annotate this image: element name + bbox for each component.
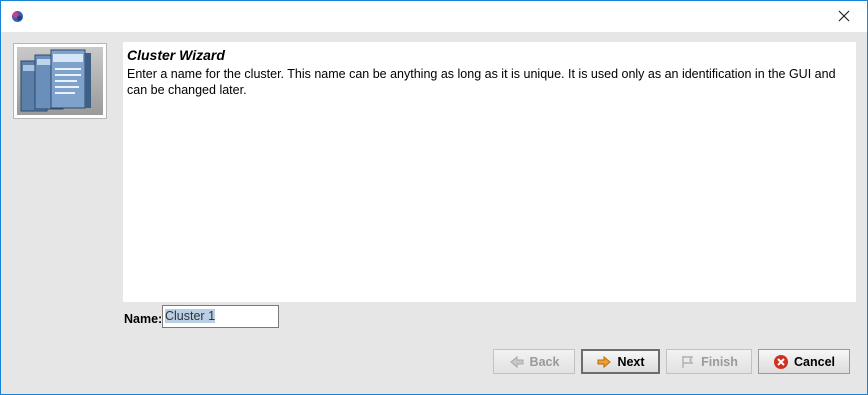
next-button[interactable]: Next xyxy=(581,349,660,374)
wizard-title: Cluster Wizard xyxy=(127,47,225,63)
finish-button-label: Finish xyxy=(701,354,738,369)
app-icon xyxy=(10,9,25,24)
wizard-side-image xyxy=(13,43,107,119)
cluster-name-value: Cluster 1 xyxy=(165,309,216,323)
wizard-content: Cluster Wizard Enter a name for the clus… xyxy=(1,32,867,394)
finish-icon xyxy=(680,354,696,370)
name-label: Name: xyxy=(124,312,163,326)
next-button-label: Next xyxy=(617,354,645,369)
cluster-name-input[interactable]: Cluster 1 xyxy=(162,305,279,328)
next-arrow-icon xyxy=(596,354,612,370)
description-panel: Cluster Wizard Enter a name for the clus… xyxy=(123,42,856,302)
wizard-description: Enter a name for the cluster. This name … xyxy=(127,67,836,97)
cancel-button[interactable]: Cancel xyxy=(758,349,850,374)
close-icon xyxy=(838,10,850,22)
back-arrow-icon xyxy=(509,354,525,370)
back-button[interactable]: Back xyxy=(493,349,575,374)
close-button[interactable] xyxy=(821,1,867,31)
software-boxes-icon xyxy=(17,47,103,115)
wizard-window: Cluster Wizard Enter a name for the clus… xyxy=(0,0,868,395)
cancel-button-label: Cancel xyxy=(794,354,835,369)
back-button-label: Back xyxy=(529,354,560,369)
cancel-icon xyxy=(773,354,789,370)
title-bar xyxy=(1,1,867,31)
finish-button[interactable]: Finish xyxy=(666,349,752,374)
